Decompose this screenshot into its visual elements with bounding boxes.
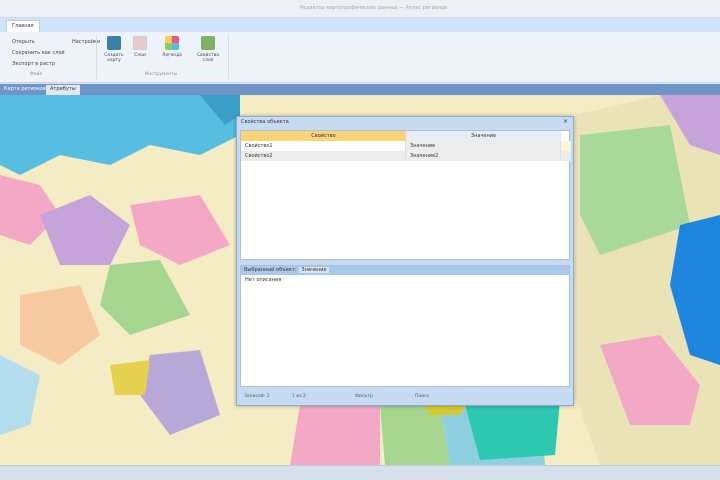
close-icon[interactable]: × bbox=[563, 118, 568, 125]
region bbox=[110, 360, 150, 395]
status-bar bbox=[0, 465, 720, 480]
cell-property[interactable]: Свойство1 bbox=[241, 141, 406, 151]
description-panel: Выбранный объект: Значение Нет описания bbox=[240, 265, 570, 387]
description-text[interactable]: Нет описания bbox=[241, 275, 569, 285]
document-tabs: Карта регионов Атрибуты bbox=[0, 84, 720, 95]
cell-property[interactable]: Свойство2 bbox=[241, 151, 406, 161]
divider bbox=[96, 35, 97, 79]
region bbox=[290, 400, 380, 465]
divider bbox=[228, 35, 229, 79]
sea-region bbox=[0, 95, 240, 175]
ribbon-tabs: Главная bbox=[0, 18, 720, 32]
region bbox=[465, 400, 560, 460]
region bbox=[0, 355, 40, 435]
region bbox=[140, 350, 220, 435]
layers-icon bbox=[133, 36, 147, 50]
search-input[interactable]: Поиск bbox=[415, 391, 429, 403]
tab-attributes[interactable]: Атрибуты bbox=[46, 85, 80, 95]
map-icon bbox=[107, 36, 121, 50]
column-header-value[interactable]: Значение bbox=[406, 131, 561, 141]
properties-dialog: Свойства объекта × Свойство Значение Сво… bbox=[236, 116, 574, 406]
table-row[interactable]: Свойство2 Значение2 bbox=[241, 151, 571, 161]
cell-value[interactable]: Значение bbox=[406, 141, 561, 151]
region bbox=[100, 260, 190, 335]
description-label: Выбранный объект: bbox=[244, 267, 297, 273]
record-count: Записей: 2 bbox=[244, 394, 270, 399]
open-button[interactable]: Открыть bbox=[12, 39, 35, 45]
properties-icon bbox=[201, 36, 215, 50]
table-row[interactable]: Свойство1 Значение bbox=[241, 141, 571, 151]
region bbox=[20, 285, 100, 365]
tab-home[interactable]: Главная bbox=[6, 20, 40, 32]
region bbox=[130, 195, 230, 265]
column-header-property[interactable]: Свойство bbox=[241, 131, 406, 141]
export-button[interactable]: Экспорт в растр bbox=[12, 61, 55, 67]
selected-value: Значение bbox=[299, 267, 329, 273]
dialog-title: Свойства объекта bbox=[241, 119, 289, 125]
title-bar: Редактор картографических данных — Атлас… bbox=[0, 0, 720, 18]
description-header: Выбранный объект: Значение bbox=[241, 266, 569, 275]
group-label: Инструменты bbox=[145, 72, 178, 77]
button-label: Свойства слоя bbox=[197, 53, 219, 63]
save-layer-button[interactable]: Сохранить как слой bbox=[12, 50, 65, 56]
window-title: Редактор картографических данных — Атлас… bbox=[300, 5, 448, 11]
create-map-button[interactable]: Создать карту bbox=[100, 36, 128, 63]
properties-grid: Свойство Значение Свойство1 Значение Сво… bbox=[240, 130, 571, 260]
dialog-toolbar: Записей: 2 1 из 2 Фильтр Поиск bbox=[240, 391, 570, 403]
cell-value[interactable]: Значение2 bbox=[406, 151, 561, 161]
button-label: Легенда bbox=[161, 53, 183, 58]
legend-button[interactable]: Легенда bbox=[158, 36, 186, 58]
legend-icon bbox=[165, 36, 179, 50]
button-label: Создать карту bbox=[104, 53, 124, 63]
ribbon: Открыть Сохранить как слой Экспорт в рас… bbox=[0, 32, 720, 83]
record-navigator[interactable]: 1 из 2 bbox=[292, 391, 306, 403]
filter-button[interactable]: Фильтр bbox=[355, 391, 373, 403]
tab-map[interactable]: Карта регионов bbox=[0, 85, 50, 95]
group-label: Файл bbox=[30, 72, 43, 77]
button-label: Слои bbox=[134, 53, 146, 58]
layers-button[interactable]: Слои bbox=[126, 36, 154, 58]
layer-properties-button[interactable]: Свойства слоя bbox=[194, 36, 222, 63]
